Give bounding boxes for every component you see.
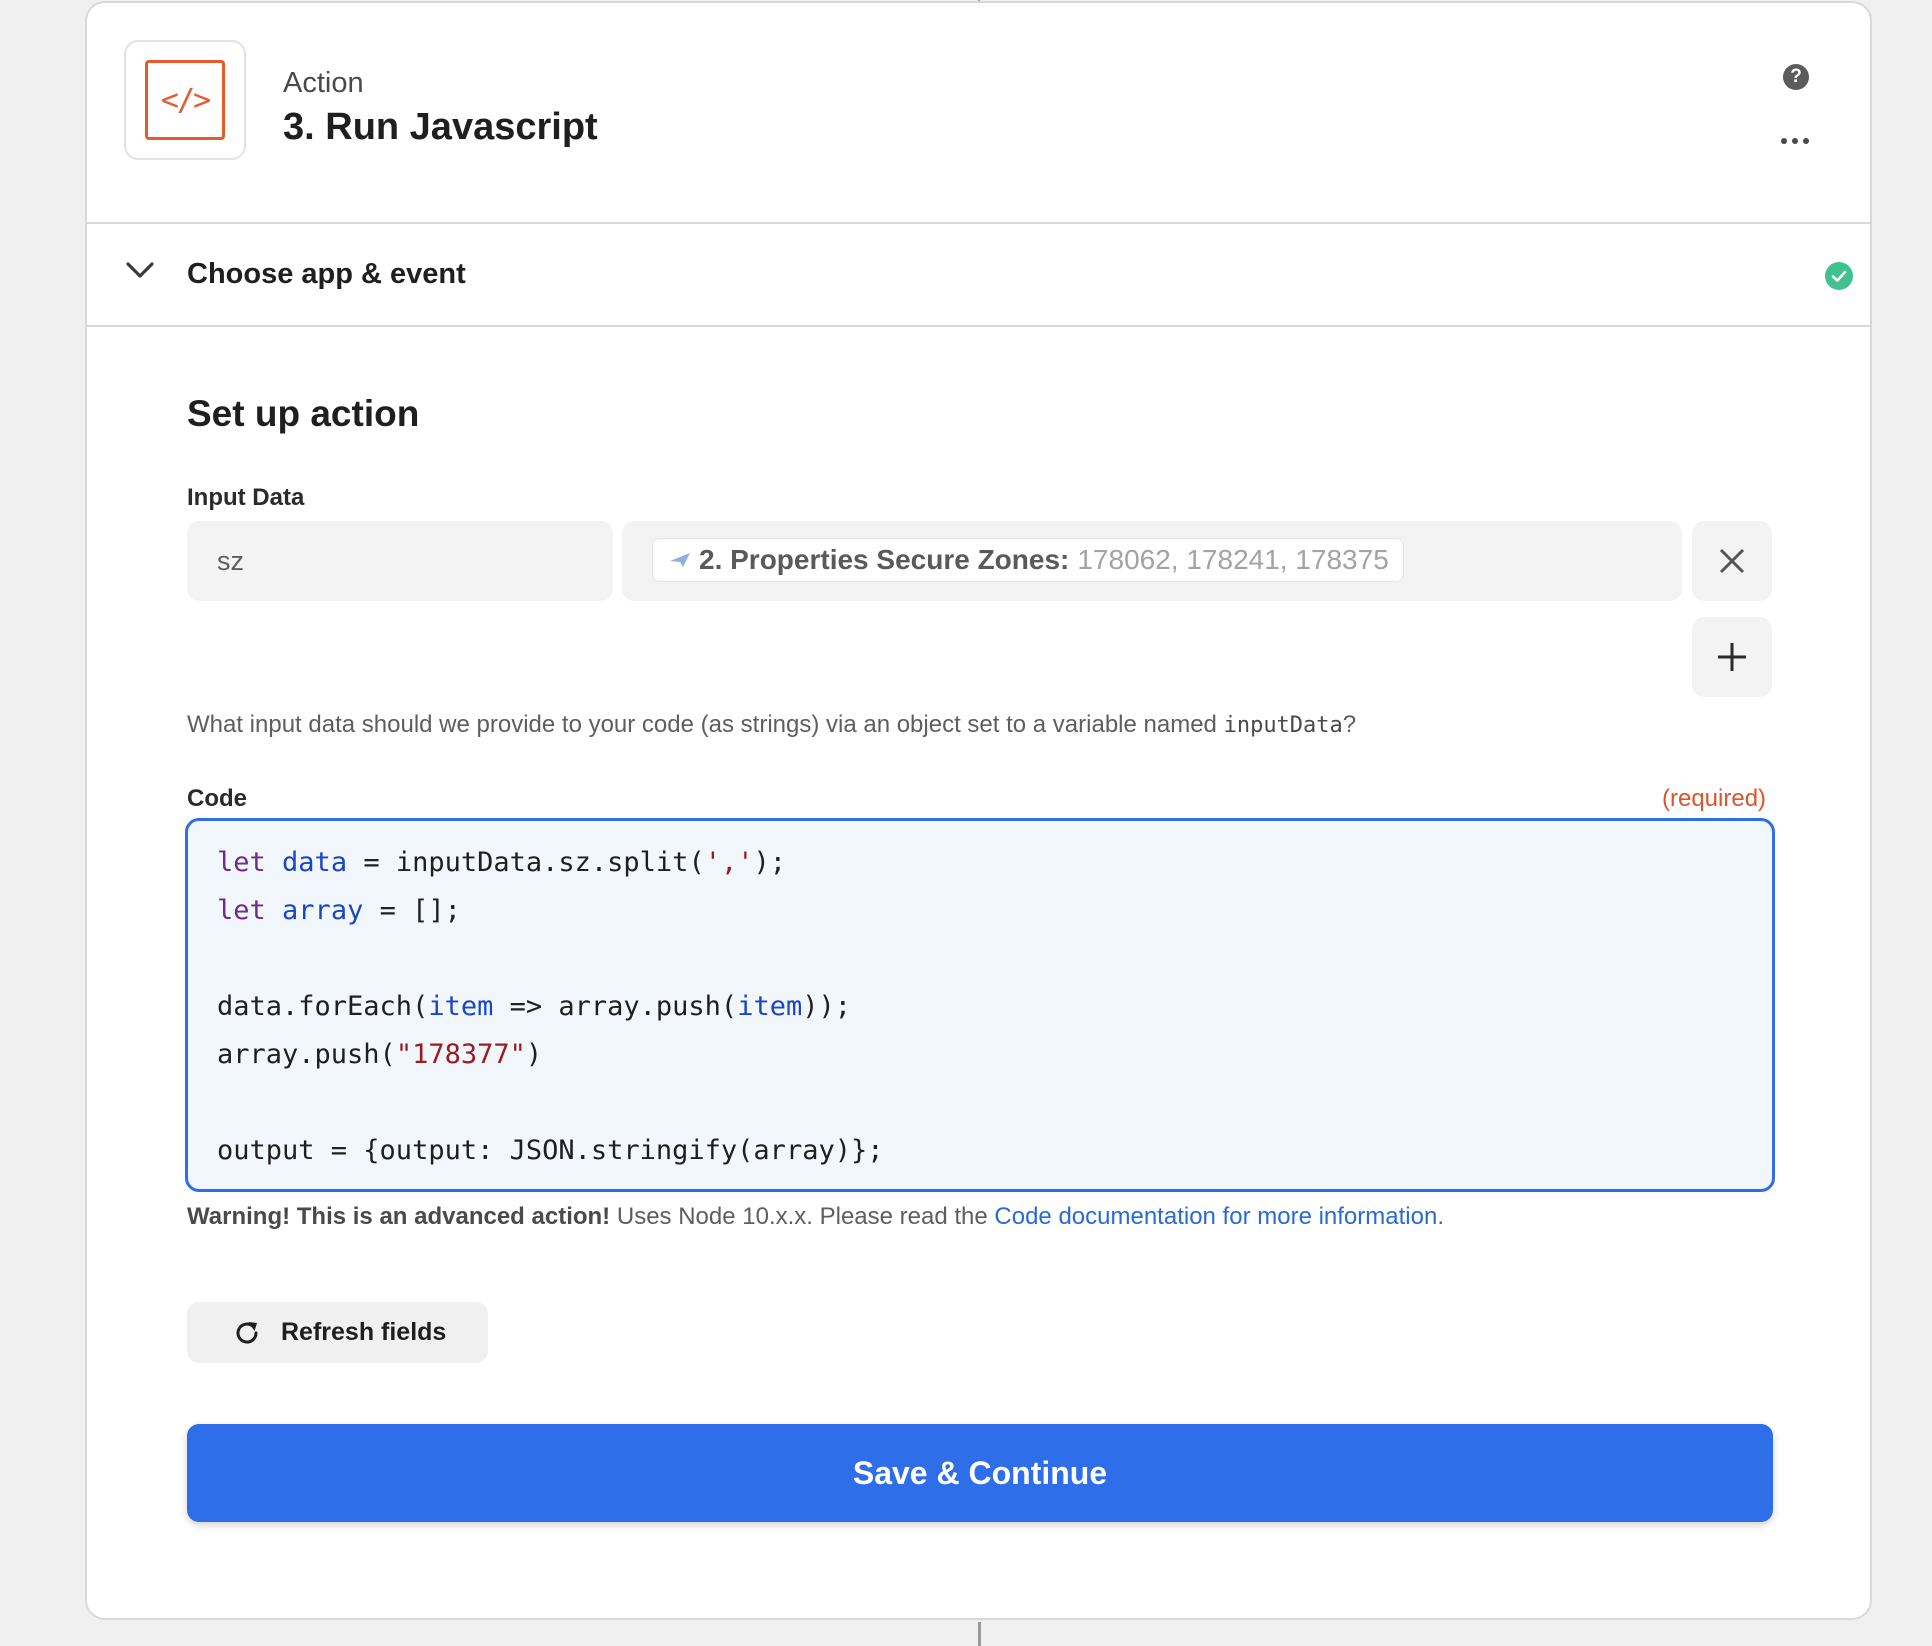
close-icon xyxy=(1719,548,1745,574)
refresh-fields-label: Refresh fields xyxy=(281,1318,447,1346)
add-row-button[interactable] xyxy=(1692,617,1772,697)
save-continue-button[interactable]: Save & Continue xyxy=(187,1424,1773,1522)
connector-line-bottom xyxy=(978,1622,981,1646)
code-line[interactable]: data.forEach(item => array.push(item)); xyxy=(217,983,1772,1031)
code-label: Code xyxy=(187,785,247,812)
chevron-down-icon[interactable] xyxy=(123,253,157,287)
mapped-field-label: 2. Properties Secure Zones: xyxy=(699,544,1070,575)
remove-row-button[interactable] xyxy=(1692,521,1772,601)
input-data-label: Input Data xyxy=(187,484,305,511)
save-continue-label: Save & Continue xyxy=(852,1454,1108,1491)
input-data-help: What input data should we provide to you… xyxy=(187,711,1357,738)
code-docs-link[interactable]: Code documentation for more information xyxy=(994,1203,1437,1230)
inline-code: inputData xyxy=(1223,713,1343,738)
help-icon[interactable]: ? xyxy=(1783,64,1809,90)
send-icon xyxy=(670,553,690,567)
refresh-fields-button[interactable]: Refresh fields xyxy=(187,1302,488,1363)
step-title: 3. Run Javascript xyxy=(283,106,598,148)
step-header: </> Action 3. Run Javascript ? xyxy=(87,3,1870,224)
section-title[interactable]: Choose app & event xyxy=(187,258,466,291)
code-line[interactable]: let data = inputData.sz.split(','); xyxy=(217,839,1772,887)
setup-title: Set up action xyxy=(187,393,420,434)
app-icon: </> xyxy=(124,40,246,160)
plus-icon xyxy=(1718,643,1746,671)
action-step-card: </> Action 3. Run Javascript ? Choose ap… xyxy=(85,1,1872,1620)
mapped-field-pill[interactable]: 2. Properties Secure Zones: 178062, 1782… xyxy=(652,538,1404,582)
code-line[interactable]: output = {output: JSON.stringify(array)}… xyxy=(217,1127,1772,1175)
code-line[interactable] xyxy=(217,935,1772,983)
code-line[interactable]: array.push("178377") xyxy=(217,1031,1772,1079)
code-line[interactable] xyxy=(217,1079,1772,1127)
advanced-warning: Warning! This is an advanced action! Use… xyxy=(187,1203,1444,1230)
code-editor[interactable]: let data = inputData.sz.split(','); let a… xyxy=(185,818,1775,1192)
step-kind: Action xyxy=(283,67,364,99)
code-icon: </> xyxy=(145,60,225,140)
code-line[interactable]: let array = []; xyxy=(217,887,1772,935)
more-options-icon[interactable] xyxy=(1781,138,1809,144)
input-value-field[interactable]: 2. Properties Secure Zones: 178062, 1782… xyxy=(622,521,1682,601)
input-key-field[interactable]: sz xyxy=(187,521,613,601)
mapped-field-values: 178062, 178241, 178375 xyxy=(1077,544,1389,575)
refresh-icon xyxy=(236,1321,258,1344)
check-circle-icon xyxy=(1825,262,1853,290)
required-label: (required) xyxy=(1662,785,1767,812)
choose-app-section[interactable]: Choose app & event xyxy=(87,224,1870,327)
